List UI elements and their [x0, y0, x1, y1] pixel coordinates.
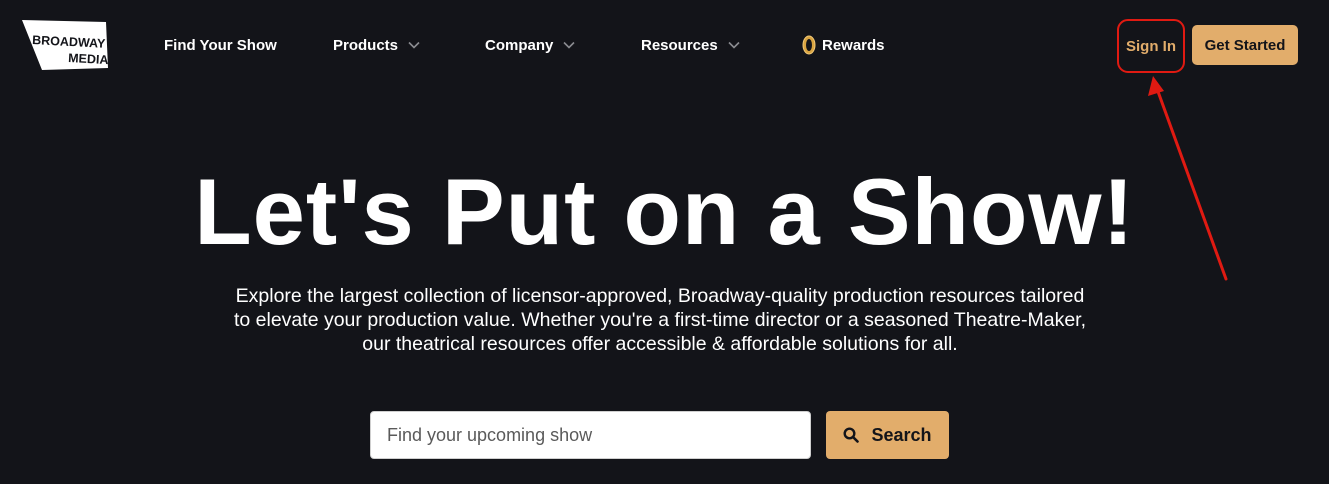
- search-button-label: Search: [871, 424, 932, 445]
- sign-in-button[interactable]: Sign In: [1117, 19, 1185, 73]
- search-button[interactable]: Search: [826, 411, 949, 459]
- show-search-input[interactable]: [370, 411, 811, 459]
- chevron-down-icon: [563, 41, 575, 49]
- nav-resources-label: Resources: [641, 36, 718, 54]
- logo-text-line2: MEDIA: [68, 51, 109, 67]
- nav-find-your-show[interactable]: Find Your Show: [164, 34, 277, 56]
- chevron-down-icon: [728, 41, 740, 49]
- nav-find-your-show-label: Find Your Show: [164, 36, 277, 54]
- logo-graphic: BROADWAY MEDIA: [22, 20, 109, 70]
- top-navigation: BROADWAY MEDIA Find Your Show Products C…: [0, 0, 1329, 90]
- nav-company-label: Company: [485, 36, 554, 54]
- chevron-down-icon: [408, 41, 420, 49]
- gold-zero-coin-icon: [802, 35, 816, 55]
- hero-subtitle: Explore the largest collection of licens…: [233, 285, 1087, 355]
- search-icon: [843, 427, 860, 443]
- nav-company[interactable]: Company: [485, 34, 575, 56]
- broadway-media-logo[interactable]: BROADWAY MEDIA: [22, 20, 110, 70]
- nav-rewards-label: Rewards: [822, 36, 885, 54]
- nav-resources[interactable]: Resources: [641, 34, 740, 56]
- hero-title: Let's Put on a Show!: [194, 159, 1135, 264]
- nav-rewards[interactable]: Rewards: [802, 34, 885, 56]
- get-started-button[interactable]: Get Started: [1192, 25, 1298, 65]
- get-started-label: Get Started: [1204, 36, 1286, 54]
- nav-products-label: Products: [333, 36, 399, 54]
- nav-products[interactable]: Products: [333, 34, 420, 56]
- sign-in-label: Sign In: [1126, 37, 1176, 55]
